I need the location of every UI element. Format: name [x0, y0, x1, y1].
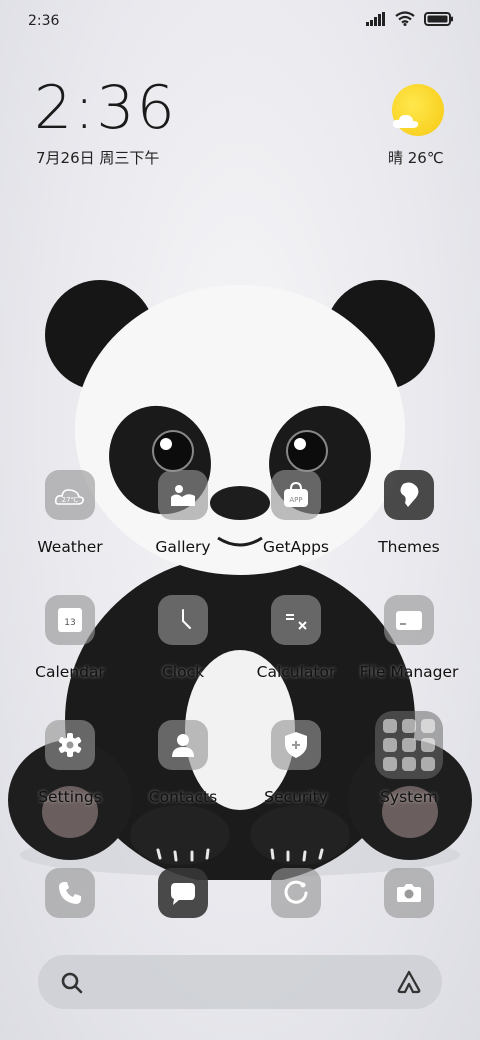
app-label-calculator: Calculator — [256, 663, 336, 681]
calendar-icon: 13 — [45, 595, 95, 645]
app-calendar[interactable]: 13 Calendar — [15, 595, 125, 681]
dock-browser-button[interactable] — [271, 868, 321, 918]
message-icon — [171, 883, 195, 905]
app-gallery[interactable]: Gallery — [128, 470, 238, 556]
battery-icon — [424, 11, 453, 26]
app-label-getapps: GetApps — [263, 538, 329, 556]
weather-summary: 晴 26℃ — [388, 149, 444, 167]
app-label-gallery: Gallery — [155, 538, 211, 556]
status-icons — [366, 11, 454, 26]
assistant-icon[interactable] — [396, 969, 422, 995]
search-bar[interactable] — [38, 955, 442, 1009]
weather-icon-text: 27℃ — [62, 496, 79, 504]
app-label-file-manager: File Manager — [359, 663, 459, 681]
app-label-clock: Clock — [161, 663, 205, 681]
themes-icon — [384, 470, 434, 520]
app-label-system: System — [380, 788, 438, 806]
calculator-icon — [271, 595, 321, 645]
search-icon[interactable] — [60, 971, 84, 995]
browser-icon — [284, 880, 308, 904]
app-label-themes: Themes — [378, 538, 440, 556]
app-themes[interactable]: Themes — [354, 470, 464, 556]
app-label-calendar: Calendar — [35, 663, 105, 681]
cloud-icon — [392, 114, 419, 128]
app-weather[interactable]: 27℃ Weather — [15, 470, 125, 556]
app-label-contacts: Contacts — [148, 788, 218, 806]
dock-camera-button[interactable] — [384, 868, 434, 918]
wifi-icon — [395, 11, 415, 26]
file-manager-icon — [384, 595, 434, 645]
app-system-folder[interactable]: System — [354, 711, 464, 806]
weather-icon: 27℃ — [45, 470, 95, 520]
security-icon — [271, 720, 321, 770]
dock-phone-button[interactable] — [45, 868, 95, 918]
phone-icon — [59, 882, 81, 904]
clock-widget-time[interactable]: 2:36 — [34, 78, 177, 138]
app-security[interactable]: Security — [241, 720, 351, 806]
gallery-icon — [158, 470, 208, 520]
status-bar: 2:36 — [0, 0, 480, 40]
settings-icon — [45, 720, 95, 770]
camera-icon — [397, 884, 421, 902]
app-label-weather: Weather — [37, 538, 103, 556]
status-time: 2:36 — [28, 13, 60, 29]
app-label-settings: Settings — [38, 788, 102, 806]
dock-messages-button[interactable] — [158, 868, 208, 918]
signal-icon — [366, 11, 385, 26]
app-file-manager[interactable]: File Manager — [354, 595, 464, 681]
calendar-icon-text: 13 — [64, 618, 75, 628]
clock-widget-date: 7月26日 周三下午 — [36, 149, 160, 167]
app-label-security: Security — [264, 788, 328, 806]
getapps-icon: APP — [271, 470, 321, 520]
getapps-icon-text: APP — [289, 496, 302, 504]
system-folder-icon — [375, 711, 443, 779]
app-contacts[interactable]: Contacts — [128, 720, 238, 806]
clock-icon — [158, 595, 208, 645]
app-settings[interactable]: Settings — [15, 720, 125, 806]
app-getapps[interactable]: APP GetApps — [241, 470, 351, 556]
contacts-icon — [158, 720, 208, 770]
app-clock[interactable]: Clock — [128, 595, 238, 681]
app-calculator[interactable]: Calculator — [241, 595, 351, 681]
